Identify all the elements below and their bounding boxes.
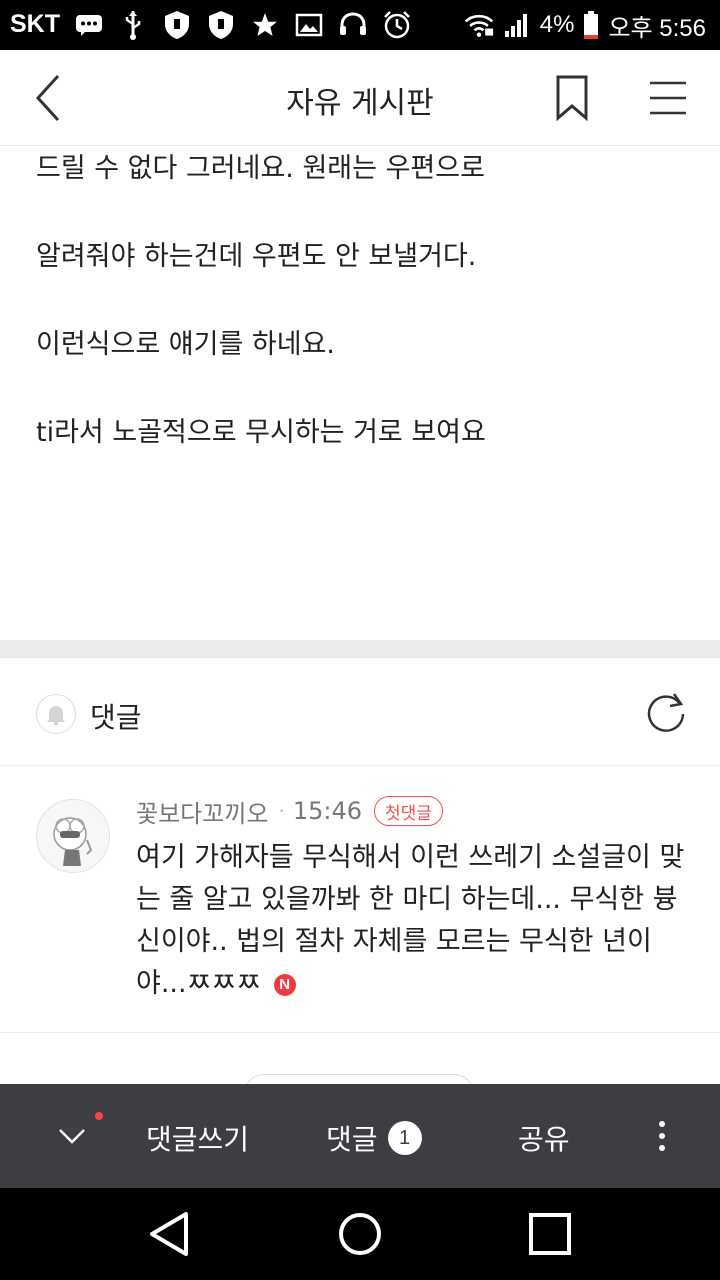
avatar[interactable]	[36, 799, 110, 873]
headset-icon	[338, 10, 368, 40]
more-button[interactable]	[650, 1114, 674, 1158]
shield-icon	[206, 10, 236, 40]
system-nav-bar	[0, 1188, 720, 1280]
chevron-down-icon	[59, 1129, 85, 1144]
first-comment-badge: 첫댓글	[374, 796, 443, 826]
comment-time: 15:46	[292, 797, 363, 825]
comments-section-title: 댓글	[90, 701, 142, 734]
star-icon	[250, 10, 280, 40]
comment-text: 여기 가해자들 무식해서 이런 쓰레기 소설글이 맞는 줄 알고 있을까봐 한 …	[136, 837, 696, 1005]
new-badge: N	[273, 974, 296, 996]
comments-button[interactable]: 댓글 1	[326, 1118, 422, 1158]
comment-count-badge: 1	[387, 1121, 422, 1155]
shield-icon	[162, 10, 192, 40]
share-button[interactable]: 공유	[518, 1118, 570, 1158]
nav-home-button[interactable]	[334, 1208, 386, 1260]
comment-meta: 꽃보다꼬끼오 · 15:46 첫댓글	[136, 794, 443, 829]
comment-item: 꽃보다꼬끼오 · 15:46 첫댓글 여기 가해자들 무식해서 이런 쓰레기 소…	[0, 767, 720, 1033]
bookmark-icon	[556, 75, 588, 122]
comments-header: 댓글	[0, 658, 720, 766]
app-header: 자유 게시판	[0, 50, 720, 146]
post-text-line: 알려줘야 하는건데 우편도 안 보낼거다.	[36, 241, 477, 272]
hamburger-menu-icon	[650, 81, 686, 115]
usb-icon	[118, 10, 148, 40]
nav-back-button[interactable]	[146, 1208, 198, 1260]
clock: 오후 5:56	[608, 14, 706, 42]
status-right: 4% 오후 5:56	[464, 8, 706, 42]
comment-body: 여기 가해자들 무식해서 이런 쓰레기 소설글이 맞는 줄 알고 있을까봐 한 …	[136, 842, 685, 999]
signal-icon	[502, 10, 532, 40]
circle-home-icon	[339, 1213, 381, 1255]
wifi-icon	[464, 10, 494, 40]
section-divider	[0, 640, 720, 658]
notification-icons	[74, 8, 412, 42]
comments-button-label: 댓글	[326, 1123, 378, 1156]
bottom-action-bar: 댓글쓰기 댓글 1 공유	[0, 1084, 720, 1188]
write-comment-button[interactable]: 댓글쓰기	[146, 1118, 249, 1158]
battery-icon	[582, 10, 600, 40]
more-vertical-icon	[659, 1121, 665, 1151]
carrier-label: SKT	[10, 10, 60, 38]
refresh-button[interactable]	[644, 690, 688, 734]
notification-dot	[95, 1112, 103, 1120]
alarm-icon	[382, 10, 412, 40]
bell-icon	[47, 706, 65, 726]
menu-button[interactable]	[648, 80, 688, 116]
nav-recents-button[interactable]	[524, 1208, 576, 1260]
image-icon	[294, 10, 324, 40]
user-avatar-icon	[37, 800, 109, 872]
battery-percent: 4%	[539, 11, 575, 38]
collapse-button[interactable]	[56, 1118, 88, 1154]
post-text-line: ti라서 노골적으로 무시하는 거로 보여요	[36, 417, 486, 448]
chat-icon	[74, 10, 104, 40]
refresh-icon	[647, 693, 685, 732]
bookmark-button[interactable]	[554, 74, 590, 122]
square-recents-icon	[529, 1213, 571, 1255]
post-text-line: 이런식으로 얘기를 하네요.	[36, 329, 335, 360]
page-title: 자유 게시판	[286, 86, 434, 121]
comment-notify-button[interactable]	[36, 694, 76, 734]
post-body: 드릴 수 없다 그러네요. 원래는 우편으로 알려줘야 하는건데 우편도 안 보…	[0, 146, 720, 640]
meta-separator: ·	[278, 799, 285, 823]
status-bar: SKT 4% 오후 5:56	[0, 0, 720, 50]
triangle-back-icon	[150, 1212, 188, 1256]
post-text-line: 드릴 수 없다 그러네요. 원래는 우편으로	[36, 153, 485, 184]
comment-author[interactable]: 꽃보다꼬끼오	[136, 794, 268, 829]
